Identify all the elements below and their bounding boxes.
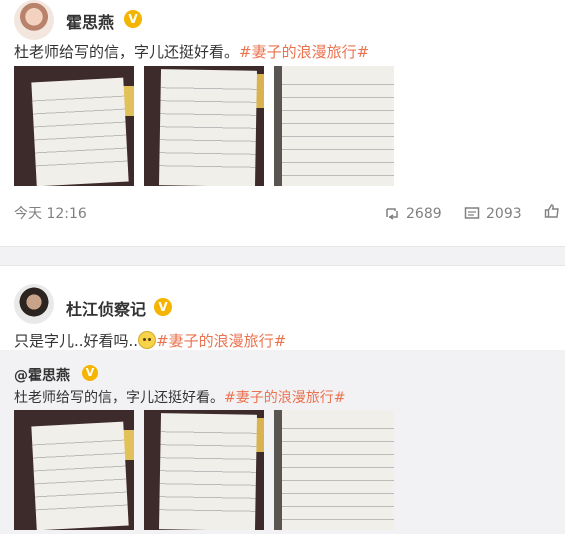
- repost-button[interactable]: 2689: [384, 203, 442, 225]
- letter-paper: [282, 66, 394, 186]
- avatar[interactable]: [14, 0, 54, 40]
- verified-badge-icon: V: [154, 298, 172, 316]
- quoted-body: 杜老师给写的信，字儿还挺好看。: [14, 390, 224, 406]
- quoted-text: 杜老师给写的信，字儿还挺好看。#妻子的浪漫旅行#: [14, 387, 345, 407]
- quoted-author[interactable]: @霍思燕: [14, 365, 70, 385]
- post-body: 只是字儿..好看吗..: [14, 332, 139, 350]
- handwriting: [31, 87, 129, 177]
- verified-badge-icon: V: [124, 10, 142, 28]
- letter-paper: [282, 410, 394, 530]
- letter-paper: [158, 413, 258, 530]
- author-name[interactable]: 杜江侦察记: [66, 296, 146, 320]
- handwriting: [282, 420, 394, 520]
- author-name[interactable]: 霍思燕: [66, 9, 114, 33]
- hashtag-link[interactable]: #妻子的浪漫旅行#: [224, 390, 345, 406]
- like-button[interactable]: [544, 203, 560, 225]
- hashtag-link[interactable]: #妻子的浪漫旅行#: [239, 43, 369, 61]
- repost-icon: [386, 208, 398, 220]
- letter-paper: [158, 69, 258, 186]
- handwriting: [282, 76, 394, 176]
- post-text: 只是字儿..好看吗.. #妻子的浪漫旅行#: [14, 330, 286, 351]
- like-icon: [544, 204, 559, 218]
- letter-paper: [31, 77, 129, 186]
- comment-icon: [464, 207, 480, 219]
- post-text: 杜老师给写的信，字儿还挺好看。#妻子的浪漫旅行#: [14, 41, 369, 62]
- post-photo[interactable]: [144, 66, 264, 186]
- repost-count: 2689: [406, 206, 442, 222]
- hashtag-link[interactable]: #妻子的浪漫旅行#: [156, 332, 286, 350]
- verified-badge-icon: V: [82, 365, 98, 381]
- avatar[interactable]: [14, 284, 54, 324]
- quoted-photo[interactable]: [144, 410, 264, 530]
- handwriting: [159, 79, 257, 177]
- comment-count: 2093: [486, 206, 522, 222]
- handwriting: [31, 431, 129, 521]
- post-photo[interactable]: [14, 66, 134, 186]
- comment-button[interactable]: 2093: [464, 203, 522, 225]
- handwriting: [159, 423, 257, 521]
- post-photo[interactable]: [274, 66, 394, 186]
- letter-paper: [31, 421, 129, 530]
- emoji-face-icon: [138, 331, 157, 349]
- post-body: 杜老师给写的信，字儿还挺好看。: [14, 43, 240, 61]
- quoted-photo[interactable]: [14, 410, 134, 530]
- quoted-photo[interactable]: [274, 410, 394, 530]
- post-time: 今天 12:16: [14, 206, 87, 222]
- feed-divider: [0, 246, 565, 266]
